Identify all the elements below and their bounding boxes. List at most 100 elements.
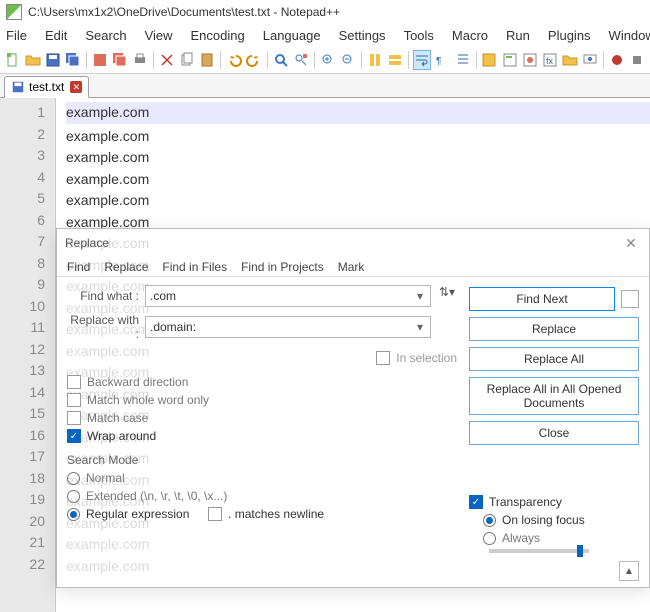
print-icon[interactable] [131,50,149,70]
zoom-out-icon[interactable] [339,50,357,70]
menu-edit[interactable]: Edit [45,28,67,43]
in-selection-label: In selection [396,351,457,365]
dlg-tab-find[interactable]: Find [67,260,90,274]
redo-icon[interactable] [245,50,263,70]
svg-text:¶: ¶ [436,56,441,67]
close-all-icon[interactable] [111,50,129,70]
replace-button[interactable]: Replace [469,317,639,341]
sync-h-icon[interactable] [386,50,404,70]
app-icon [6,4,22,20]
find-icon[interactable] [272,50,290,70]
toolbar: ¶ fx [0,46,650,74]
stop-macro-icon[interactable] [628,50,646,70]
menu-view[interactable]: View [145,28,173,43]
in-selection-checkbox[interactable] [376,351,390,365]
find-what-value: .com [150,289,176,303]
find-label: Find what : [67,289,145,303]
menu-run[interactable]: Run [506,28,530,43]
mode-regex-radio[interactable] [67,508,80,521]
dlg-tab-replace[interactable]: Replace [104,260,148,274]
doc-map-icon[interactable] [501,50,519,70]
save-icon[interactable] [44,50,62,70]
dialog-tabs: Find Replace Find in Files Find in Proje… [57,257,649,277]
mode-normal-label: Normal [86,471,125,485]
menu-file[interactable]: File [6,28,27,43]
menu-tools[interactable]: Tools [404,28,434,43]
line-gutter: 12345678910111213141516171819202122 [0,98,56,612]
replace-with-input[interactable]: .domain: ▾ [145,316,431,338]
search-mode-title: Search Mode [67,453,463,467]
backward-checkbox[interactable] [67,375,81,389]
matchcase-label: Match case [87,411,148,425]
dlg-tab-findinfiles[interactable]: Find in Files [162,260,227,274]
wholeword-checkbox[interactable] [67,393,81,407]
file-tab[interactable]: test.txt ✕ [4,76,89,98]
close-button[interactable]: Close [469,421,639,445]
zoom-in-icon[interactable] [319,50,337,70]
sync-v-icon[interactable] [366,50,384,70]
find-next-button[interactable]: Find Next [469,287,615,311]
lang-icon[interactable] [480,50,498,70]
resize-grip-icon[interactable]: ▲ [619,561,639,581]
matchcase-checkbox[interactable] [67,411,81,425]
tabbar: test.txt ✕ [0,74,650,98]
transparency-always-radio[interactable] [483,532,496,545]
swap-button[interactable]: ⇅▾ [435,285,459,299]
mode-regex-label: Regular expression [86,507,189,521]
mode-extended-radio[interactable] [67,490,80,503]
all-chars-icon[interactable]: ¶ [433,50,451,70]
copy-icon[interactable] [178,50,196,70]
dialog-close-icon[interactable]: ✕ [621,233,641,253]
dialog-title: Replace [65,236,109,250]
matches-newline-checkbox[interactable] [208,507,222,521]
replace-dialog: Replace ✕ Find Replace Find in Files Fin… [56,228,650,588]
indent-guide-icon[interactable] [453,50,471,70]
find-what-input[interactable]: .com ▾ [145,285,431,307]
wordwrap-icon[interactable] [413,50,431,70]
wrap-label: Wrap around [87,429,156,443]
menu-encoding[interactable]: Encoding [191,28,245,43]
transparency-label: Transparency [489,495,562,509]
mode-extended-label: Extended (\n, \r, \t, \0, \x...) [86,489,227,503]
window-titlebar: C:\Users\mx1x2\OneDrive\Documents\test.t… [0,0,650,24]
replace-icon[interactable] [292,50,310,70]
replace-with-value: .domain: [150,320,196,334]
folder-icon[interactable] [561,50,579,70]
wholeword-label: Match whole word only [87,393,209,407]
transparency-slider[interactable] [489,549,589,553]
menu-window[interactable]: Window [609,28,650,43]
transparency-onfocus-radio[interactable] [483,514,496,527]
file-icon [11,80,25,94]
paste-icon[interactable] [198,50,216,70]
monitor-icon[interactable] [581,50,599,70]
menu-settings[interactable]: Settings [339,28,386,43]
transparency-onfocus-label: On losing focus [502,513,585,527]
wrap-checkbox[interactable]: ✓ [67,429,81,443]
tab-close-icon[interactable]: ✕ [70,81,82,93]
window-title: C:\Users\mx1x2\OneDrive\Documents\test.t… [28,5,340,19]
menu-search[interactable]: Search [85,28,126,43]
menu-language[interactable]: Language [263,28,321,43]
chevron-down-icon[interactable]: ▾ [412,288,428,304]
close-file-icon[interactable] [91,50,109,70]
func-list-icon[interactable]: fx [541,50,559,70]
save-all-icon[interactable] [64,50,82,70]
svg-text:fx: fx [546,56,554,66]
new-file-icon[interactable] [4,50,22,70]
chevron-down-icon[interactable]: ▾ [412,319,428,335]
cut-icon[interactable] [158,50,176,70]
transparency-checkbox[interactable]: ✓ [469,495,483,509]
dlg-tab-mark[interactable]: Mark [338,260,365,274]
mode-normal-radio[interactable] [67,472,80,485]
record-macro-icon[interactable] [608,50,626,70]
menu-macro[interactable]: Macro [452,28,488,43]
dlg-tab-findinprojects[interactable]: Find in Projects [241,260,324,274]
replace-all-button[interactable]: Replace All [469,347,639,371]
undo-icon[interactable] [225,50,243,70]
find-next-aux-checkbox[interactable] [621,290,639,308]
menu-plugins[interactable]: Plugins [548,28,591,43]
replace-all-open-button[interactable]: Replace All in All Opened Documents [469,377,639,415]
open-file-icon[interactable] [24,50,42,70]
file-tab-label: test.txt [29,80,64,94]
doc-list-icon[interactable] [521,50,539,70]
